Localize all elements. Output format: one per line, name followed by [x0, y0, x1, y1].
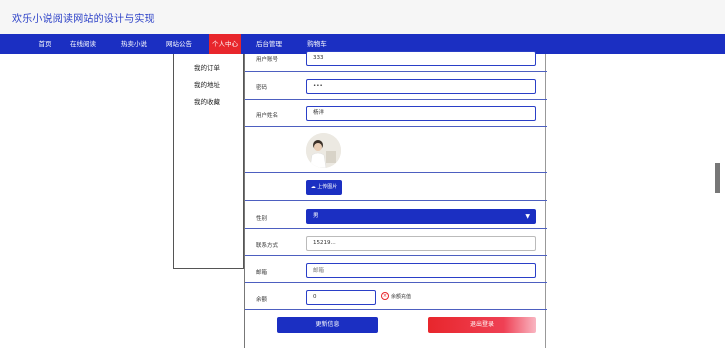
nav-announcements[interactable]: 网站公告 — [160, 34, 198, 54]
upload-image-label: 上传图片 — [317, 184, 338, 190]
balance-field[interactable]: 0 — [306, 290, 376, 305]
gender-label: 性别 — [256, 216, 268, 222]
account-label: 用户账号 — [256, 57, 279, 63]
avatar-photo-icon — [306, 133, 341, 168]
row-divider — [245, 282, 547, 283]
row-divider — [245, 200, 547, 201]
dropdown-my-favorites[interactable]: 我的收藏 — [194, 96, 220, 106]
logout-button[interactable]: 退出登录 — [428, 317, 536, 333]
account-field[interactable]: 333 — [306, 51, 536, 66]
cloud-upload-icon: ☁ — [310, 184, 316, 190]
nav-online-reading[interactable]: 在线阅读 — [64, 34, 102, 54]
error-icon: × — [381, 292, 389, 300]
gender-select[interactable]: 男 ▼ — [306, 209, 536, 224]
site-header: 欢乐小说阅读网站的设计与实现 — [0, 0, 725, 34]
row-divider — [245, 255, 547, 256]
row-divider — [245, 228, 547, 229]
site-title: 欢乐小说阅读网站的设计与实现 — [12, 14, 155, 25]
nav-admin[interactable]: 后台管理 — [250, 34, 288, 54]
update-info-button[interactable]: 更新信息 — [277, 317, 378, 333]
nav-home[interactable]: 首页 — [30, 34, 60, 54]
nav-hot-novels[interactable]: 热卖小说 — [115, 34, 153, 54]
balance-recharge-hint[interactable]: 余额充值 — [391, 293, 411, 300]
name-field[interactable]: 杨洋 — [306, 106, 536, 121]
password-field[interactable]: ••• — [306, 79, 536, 94]
name-label: 用户姓名 — [256, 113, 279, 119]
scrollbar-handle[interactable] — [715, 163, 720, 193]
phone-field[interactable]: 15219... — [306, 236, 536, 251]
gender-value: 男 — [313, 213, 319, 219]
balance-label: 余额 — [256, 297, 268, 303]
row-divider — [245, 99, 547, 100]
upload-image-button[interactable]: ☁ 上传图片 — [306, 180, 342, 195]
avatar — [306, 133, 341, 168]
row-divider — [245, 126, 547, 127]
row-divider — [245, 309, 547, 310]
email-field[interactable] — [306, 263, 536, 278]
phone-label: 联系方式 — [256, 243, 279, 249]
personal-center-dropdown: 我的订单 我的地址 我的收藏 — [173, 54, 244, 269]
chevron-down-icon: ▼ — [525, 213, 530, 220]
email-label: 邮箱 — [256, 270, 268, 276]
password-label: 密码 — [256, 85, 268, 91]
dropdown-my-address[interactable]: 我的地址 — [194, 79, 220, 89]
dropdown-my-orders[interactable]: 我的订单 — [194, 62, 220, 72]
row-divider — [245, 71, 547, 72]
nav-personal-center[interactable]: 个人中心 — [209, 34, 241, 54]
profile-form-panel: 用户账号 333 密码 ••• 用户姓名 杨洋 ☁ 上传图片 性别 男 ▼ 联系… — [244, 51, 547, 348]
row-divider — [245, 172, 547, 173]
